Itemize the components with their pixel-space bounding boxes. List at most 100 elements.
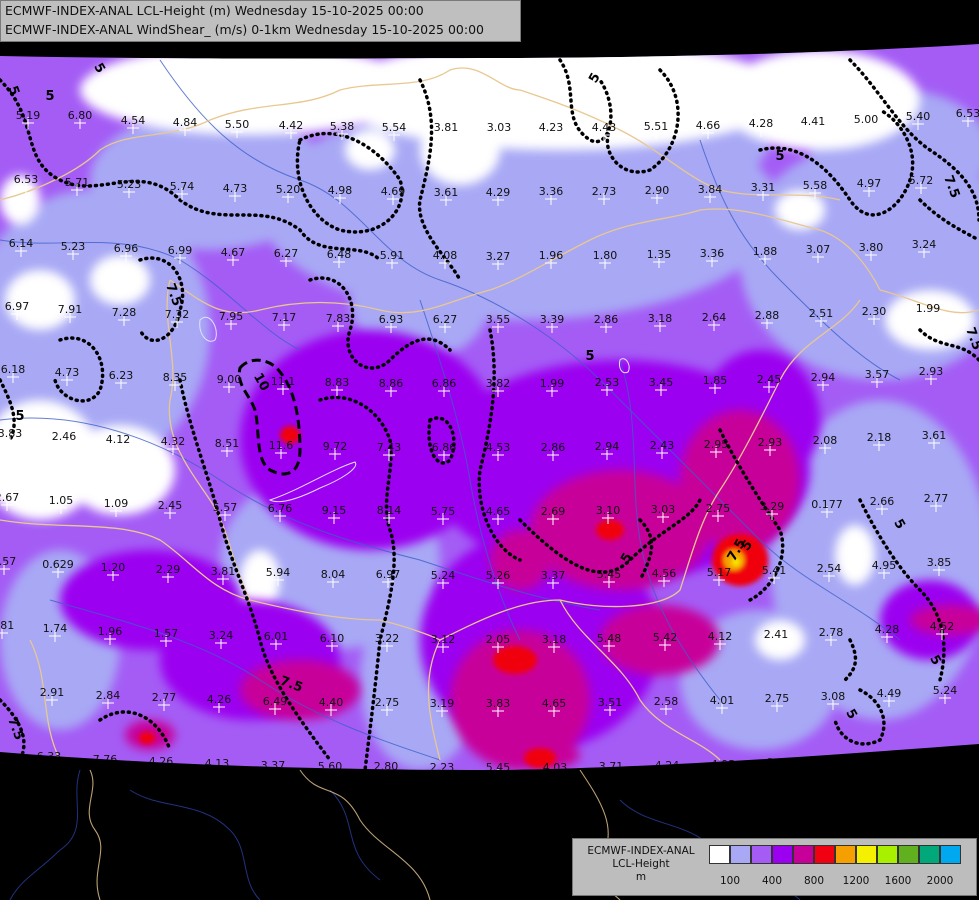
station-value: 5.94 [266, 566, 291, 579]
map-header: ECMWF-INDEX-ANAL LCL-Height (m) Wednesda… [0, 0, 521, 42]
station-value: 1.74 [43, 622, 68, 635]
station-value: 7.83 [326, 312, 351, 325]
station-value: 5.24 [933, 684, 958, 697]
station-value: 6.53 [956, 107, 979, 120]
station-value: 5.50 [225, 118, 250, 131]
station-value: 5.51 [644, 120, 669, 133]
station-value: 4.49 [877, 687, 902, 700]
station-value: 6.48 [327, 248, 352, 261]
station-value: 0.57 [0, 555, 16, 568]
station-value: 2.73 [592, 185, 617, 198]
station-value: 3.03 [651, 503, 676, 516]
station-value: 6.53 [14, 173, 39, 186]
station-value: 3.39 [540, 313, 565, 326]
station-value: 8.35 [163, 371, 188, 384]
station-value: 4.01 [710, 694, 735, 707]
station-value: 2.58 [654, 695, 679, 708]
station-value: 2.86 [594, 313, 619, 326]
station-value: 5.24 [431, 569, 456, 582]
station-value: 5.42 [653, 631, 678, 644]
station-value: 3.57 [865, 368, 890, 381]
station-value: 2.69 [541, 505, 566, 518]
station-value: 6.93 [379, 313, 404, 326]
legend-swatch [919, 845, 940, 864]
station-value: 3.36 [700, 247, 725, 260]
station-value: 2.75 [706, 502, 731, 515]
station-value: 3.22 [375, 632, 400, 645]
station-value: 2.90 [645, 184, 670, 197]
station-value: 5.54 [382, 121, 407, 134]
station-value: 4.67 [221, 246, 246, 259]
legend-swatch [940, 845, 961, 864]
station-value: 2.29 [156, 563, 181, 576]
legend-title-param: LCL-Height [612, 858, 670, 870]
station-value: 2.41 [764, 628, 789, 641]
station-value: 5.58 [803, 179, 828, 192]
station-value: 4.12 [106, 433, 131, 446]
station-value: 5.19 [16, 109, 41, 122]
station-value: 8.14 [377, 504, 402, 517]
station-value: 3.10 [596, 504, 621, 517]
station-value: 3.29 [760, 500, 785, 513]
station-value: 3.03 [487, 121, 512, 134]
station-value: 4.08 [433, 249, 458, 262]
station-value: 2.18 [867, 431, 892, 444]
station-value: 1.99 [540, 377, 565, 390]
station-value: 5.74 [170, 180, 195, 193]
contour-label: 5 [775, 149, 784, 164]
station-value: 0.629 [42, 558, 74, 571]
station-value: 4.32 [161, 435, 186, 448]
legend-swatch [751, 845, 772, 864]
station-value: 3.61 [434, 186, 459, 199]
station-value: 5.26 [486, 569, 511, 582]
station-value: 4.53 [486, 441, 511, 454]
station-value: 8.83 [325, 376, 350, 389]
station-value: 6.96 [114, 242, 139, 255]
station-value: 2.94 [811, 371, 836, 384]
station-value: 2.64 [702, 311, 727, 324]
station-value: 2.43 [650, 439, 675, 452]
station-value: 11.6 [269, 439, 294, 452]
station-value: 1.88 [753, 245, 778, 258]
station-value: 2.45 [757, 373, 782, 386]
station-value: 4.97 [857, 177, 882, 190]
station-value: 2.05 [486, 633, 511, 646]
legend-tick: 1200 [842, 875, 870, 887]
legend-tick: 100 [719, 875, 741, 887]
station-value: 1.09 [104, 497, 129, 510]
station-value: 7.17 [272, 311, 297, 324]
station-value: 3.81 [434, 121, 459, 134]
station-value: 7.95 [219, 310, 244, 323]
station-value: 3.31 [751, 181, 776, 194]
contour-label: 5 [45, 89, 54, 104]
station-value: 2.95 [704, 438, 729, 451]
station-value: 6.14 [9, 237, 34, 250]
legend-swatch [814, 845, 835, 864]
station-value: 2.53 [595, 376, 620, 389]
station-value: 4.29 [486, 186, 511, 199]
station-value: 7.91 [58, 303, 83, 316]
station-value: 5.40 [906, 110, 931, 123]
station-value: 1.35 [647, 248, 672, 261]
legend-title-model: ECMWF-INDEX-ANAL [587, 845, 695, 857]
station-value: 5.91 [380, 249, 405, 262]
station-value: 5.75 [431, 505, 456, 518]
station-value: 9.15 [322, 504, 347, 517]
station-value: 3.51 [598, 696, 623, 709]
station-value: 2.77 [152, 691, 177, 704]
station-value: 2.94 [595, 440, 620, 453]
station-value: 4.73 [55, 366, 80, 379]
station-value: 4.28 [749, 117, 774, 130]
station-value: 11.1 [271, 375, 296, 388]
station-value: 8.04 [321, 568, 346, 581]
station-value: 7.28 [112, 306, 137, 319]
station-value: 6.99 [168, 244, 193, 257]
station-value: 3.37 [541, 569, 566, 582]
station-value: 4.28 [875, 623, 900, 636]
station-value: 3.81 [211, 565, 236, 578]
station-value: 5.00 [854, 113, 879, 126]
station-value: 3.24 [209, 629, 234, 642]
station-value: 2.84 [96, 689, 121, 702]
legend-swatch [793, 845, 814, 864]
station-value: 4.52 [930, 620, 955, 633]
